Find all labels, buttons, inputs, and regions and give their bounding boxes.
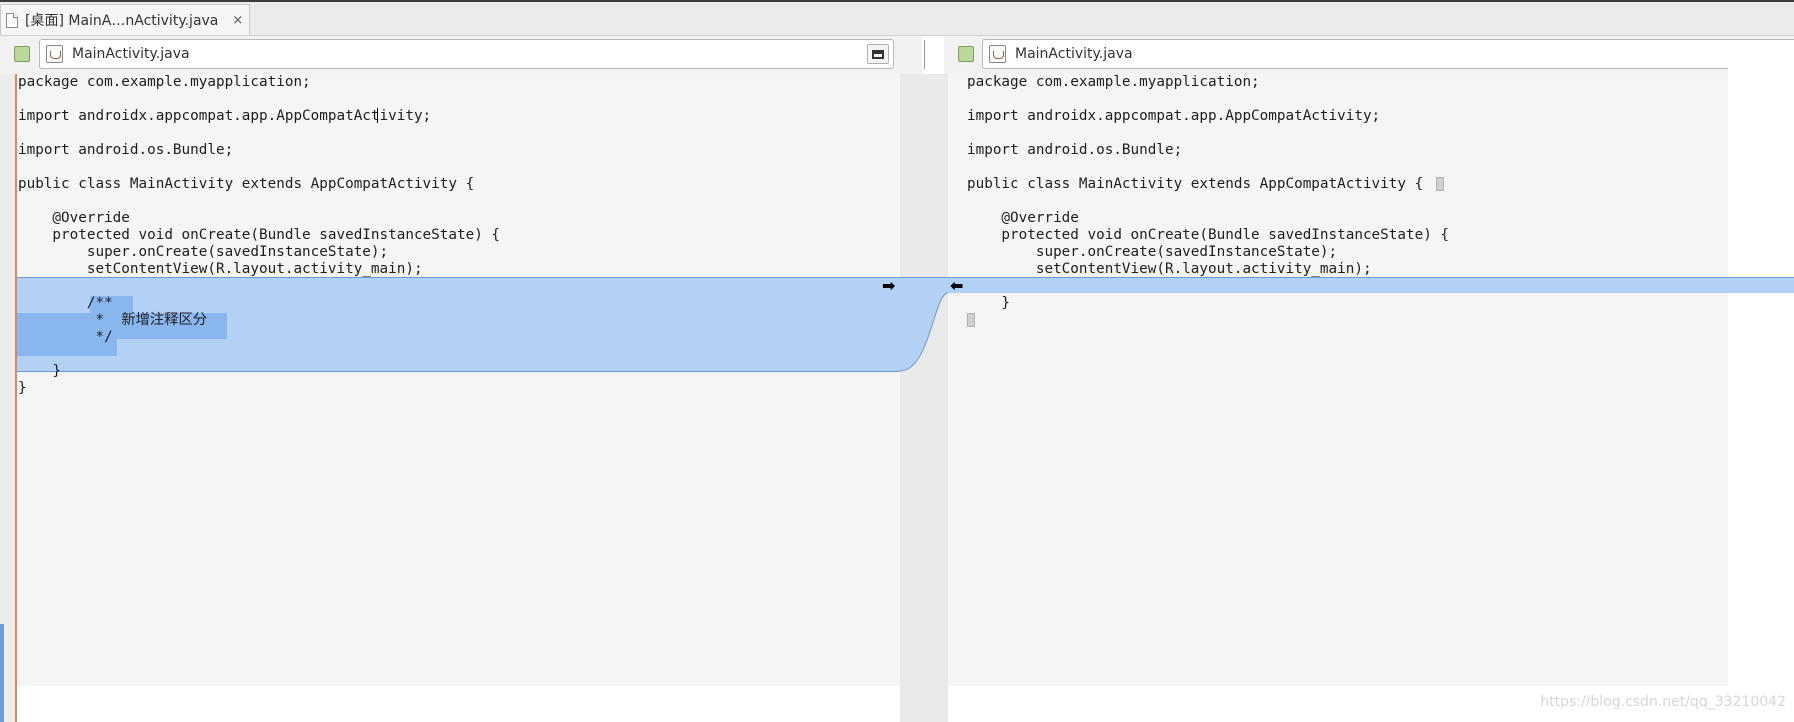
code-line[interactable]: * 新增注释区分: [18, 312, 500, 329]
bracket-match-marker: [967, 313, 975, 327]
code-line[interactable]: }: [18, 363, 500, 380]
code-line[interactable]: protected void onCreate(Bundle savedInst…: [18, 227, 500, 244]
tab-label: [桌面] MainA…nActivity.java: [25, 13, 219, 29]
code-line[interactable]: [967, 91, 1449, 108]
code-line[interactable]: super.onCreate(savedInstanceState);: [967, 244, 1449, 261]
code-line[interactable]: [967, 159, 1449, 176]
code-line[interactable]: import androidx.appcompat.app.AppCompatA…: [967, 108, 1449, 125]
code-line[interactable]: [18, 278, 500, 295]
right-file-chooser[interactable]: MainActivity.java: [982, 39, 1794, 69]
java-file-icon: [989, 45, 1006, 63]
left-code[interactable]: package com.example.myapplication; import…: [18, 74, 500, 397]
code-line[interactable]: /**: [18, 295, 500, 312]
code-line[interactable]: [18, 91, 500, 108]
code-line[interactable]: }: [967, 295, 1449, 312]
code-line[interactable]: setContentView(R.layout.activity_main);: [18, 261, 500, 278]
code-line[interactable]: [18, 346, 500, 363]
right-blank-area: [1728, 49, 1794, 686]
merge-to-left-arrow-icon[interactable]: ⬅: [950, 278, 963, 294]
code-line[interactable]: [967, 125, 1449, 142]
diff-gutter: [900, 74, 948, 722]
text-cursor: [377, 108, 378, 123]
code-line[interactable]: import androidx.appcompat.app.AppCompatA…: [18, 108, 500, 125]
code-line[interactable]: */: [18, 329, 500, 346]
code-line[interactable]: public class MainActivity extends AppCom…: [18, 176, 500, 193]
code-line[interactable]: @Override: [18, 210, 500, 227]
tab-bar: [桌面] MainA…nActivity.java ×: [0, 2, 1794, 36]
code-line[interactable]: @Override: [967, 210, 1449, 227]
close-icon[interactable]: ×: [232, 13, 243, 28]
code-line[interactable]: }: [18, 380, 500, 397]
left-file-name: MainActivity.java: [72, 46, 190, 62]
folder-icon: [872, 49, 884, 59]
code-line[interactable]: setContentView(R.layout.activity_main);: [967, 261, 1449, 278]
bracket-match-marker: [1436, 177, 1444, 191]
code-line[interactable]: protected void onCreate(Bundle savedInst…: [967, 227, 1449, 244]
save-icon[interactable]: [958, 46, 974, 62]
open-file-button[interactable]: [867, 44, 889, 64]
save-icon[interactable]: [14, 46, 30, 62]
right-file-name: MainActivity.java: [1015, 46, 1133, 62]
chunk-connector: [900, 277, 948, 372]
code-line[interactable]: import android.os.Bundle;: [967, 142, 1449, 159]
right-code[interactable]: package com.example.myapplication; import…: [967, 74, 1449, 329]
left-file-bar: MainActivity.java: [0, 36, 922, 74]
code-line[interactable]: [967, 312, 1449, 329]
code-line[interactable]: super.onCreate(savedInstanceState);: [18, 244, 500, 261]
tab-diff-mainactivity[interactable]: [桌面] MainA…nActivity.java ×: [0, 4, 250, 35]
merge-to-right-arrow-icon[interactable]: ➡: [882, 278, 895, 294]
code-line[interactable]: [18, 125, 500, 142]
code-line[interactable]: [18, 159, 500, 176]
code-line[interactable]: [967, 278, 1449, 295]
java-file-icon: [46, 45, 63, 63]
code-line[interactable]: public class MainActivity extends AppCom…: [967, 176, 1449, 193]
code-line[interactable]: package com.example.myapplication;: [18, 74, 500, 91]
right-file-bar: MainActivity.java: [944, 36, 1794, 74]
document-icon: [6, 12, 18, 28]
current-pane-indicator: [15, 74, 17, 722]
overview-marker: [0, 624, 4, 722]
code-line[interactable]: [967, 193, 1449, 210]
code-line[interactable]: package com.example.myapplication;: [967, 74, 1449, 91]
watermark: https://blog.csdn.net/qq_33210042: [1540, 694, 1786, 710]
file-bar-separator: [924, 40, 925, 69]
code-line[interactable]: import android.os.Bundle;: [18, 142, 500, 159]
code-line[interactable]: [18, 193, 500, 210]
left-file-chooser[interactable]: MainActivity.java: [39, 39, 894, 69]
